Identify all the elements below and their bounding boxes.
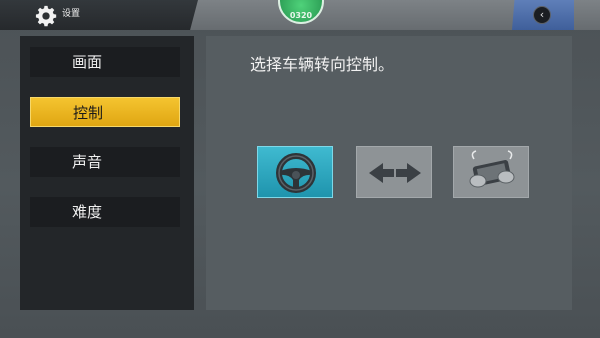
main-panel: 选择车辆转向控制。 — [206, 36, 572, 310]
sidebar-item-controls[interactable]: 控制 — [30, 97, 180, 127]
steering-prompt: 选择车辆转向控制。 — [250, 55, 395, 74]
title-tab — [0, 0, 198, 30]
tilt-option[interactable] — [453, 146, 529, 198]
gear-icon — [35, 5, 57, 27]
steering-wheel-icon — [276, 153, 316, 193]
tilt-device-icon — [469, 150, 515, 188]
sidebar: 画面 控制 声音 难度 — [20, 36, 194, 310]
sidebar-item-sound[interactable]: 声音 — [30, 147, 180, 177]
chevron-left-icon[interactable]: ‹ — [533, 6, 551, 24]
page-title: 设置 — [62, 9, 81, 19]
steering-wheel-option[interactable] — [257, 146, 333, 198]
sidebar-item-display[interactable]: 画面 — [30, 47, 180, 77]
left-right-arrows-icon — [369, 163, 421, 183]
arrow-buttons-option[interactable] — [356, 146, 432, 198]
currency-value: 0320 — [289, 11, 313, 20]
sidebar-item-difficulty[interactable]: 难度 — [30, 197, 180, 227]
